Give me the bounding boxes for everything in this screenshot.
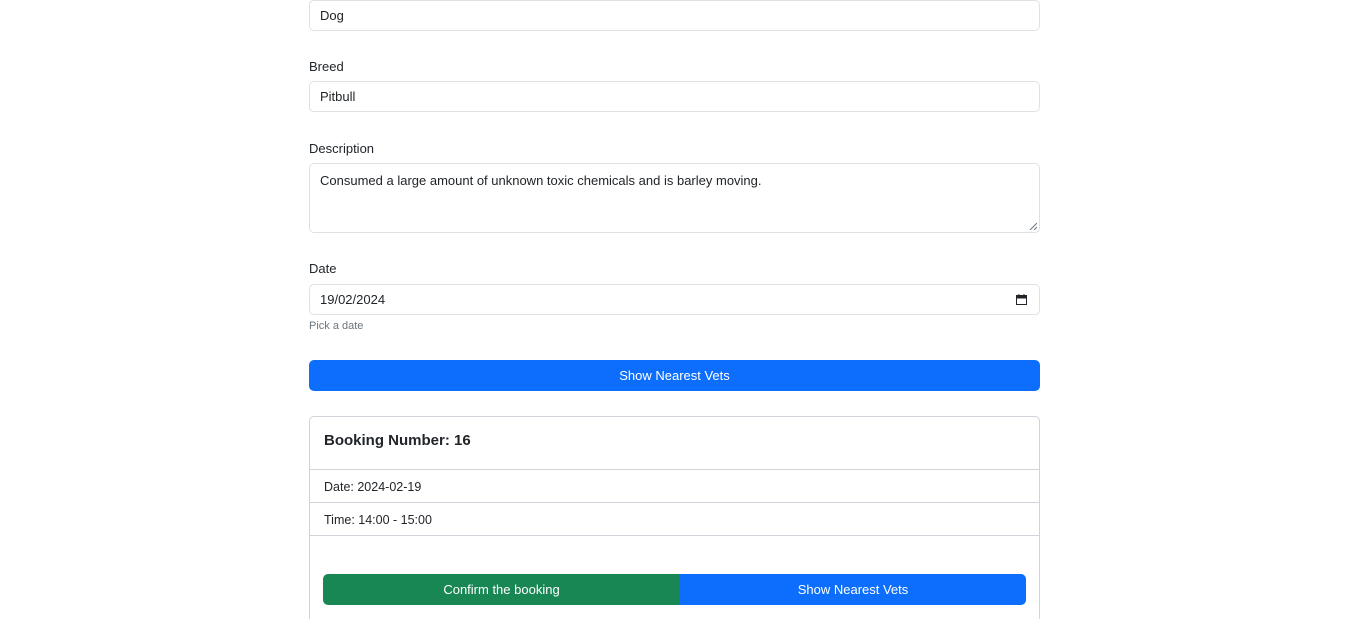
- breed-input[interactable]: Pitbull: [309, 81, 1040, 112]
- date-label: Date: [309, 261, 337, 276]
- description-textarea[interactable]: Consumed a large amount of unknown toxic…: [309, 163, 1040, 233]
- show-nearest-vets-button[interactable]: Show Nearest Vets: [309, 360, 1040, 391]
- breed-label: Breed: [309, 59, 344, 74]
- animal-type-input[interactable]: Dog: [309, 0, 1040, 31]
- date-value: 19/02/2024: [320, 292, 386, 307]
- card-show-nearest-vets-button[interactable]: Show Nearest Vets: [680, 574, 1026, 605]
- booking-time-item: Time: 14:00 - 15:00: [310, 503, 1039, 536]
- date-input[interactable]: 19/02/2024: [309, 284, 1040, 315]
- booking-time-text: Time: 14:00 - 15:00: [324, 513, 432, 527]
- booking-date-text: Date: 2024-02-19: [324, 480, 422, 494]
- page: Dog Breed Pitbull Description Consumed a…: [0, 0, 1346, 619]
- confirm-booking-button[interactable]: Confirm the booking: [323, 574, 680, 605]
- booking-card: Booking Number: 16 Date: 2024-02-19 Time…: [309, 416, 1040, 619]
- resize-handle-icon[interactable]: [1029, 222, 1037, 230]
- calendar-icon[interactable]: [1016, 294, 1027, 305]
- booking-card-header: Booking Number: 16: [310, 417, 1039, 470]
- booking-actions: Confirm the booking Show Nearest Vets: [323, 574, 1026, 605]
- description-label: Description: [309, 141, 375, 156]
- date-help-text: Pick a date: [309, 320, 364, 332]
- description-text: Consumed a large amount of unknown toxic…: [320, 173, 762, 188]
- booking-number-title: Booking Number: 16: [324, 432, 471, 449]
- booking-date-item: Date: 2024-02-19: [310, 470, 1039, 503]
